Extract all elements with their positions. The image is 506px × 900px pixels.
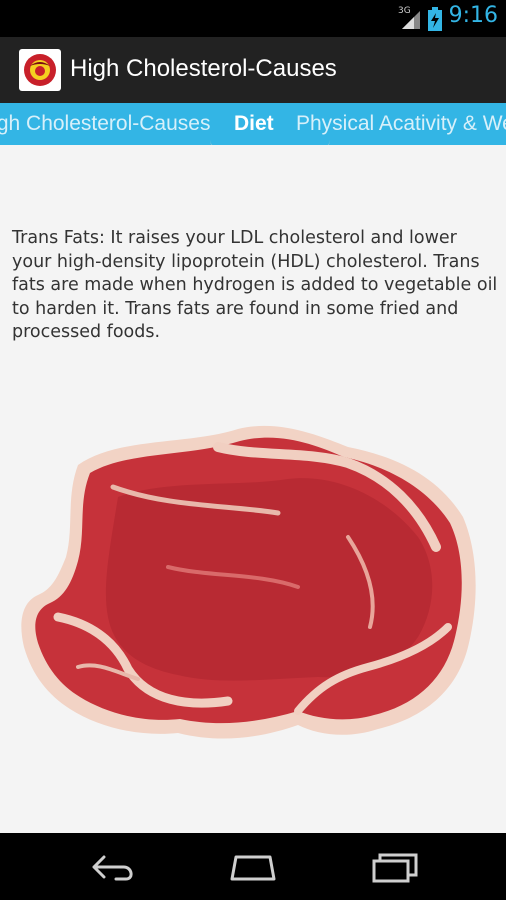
status-bar: 3G 9:16 (0, 0, 506, 37)
tab-causes[interactable]: High Cholesterol-Causes (0, 112, 210, 136)
navigation-bar (0, 833, 506, 900)
steak-image (21, 425, 476, 739)
body-text: Trans Fats: It raises your LDL cholester… (12, 228, 498, 342)
app-logo-icon (24, 54, 56, 86)
battery-icon (428, 7, 442, 31)
app-title: High Cholesterol-Causes (70, 55, 337, 82)
tab-strip: High Cholesterol-Causes Diet Physical Ac… (0, 103, 506, 145)
home-icon[interactable] (226, 851, 280, 883)
signal-icon (402, 11, 420, 29)
tab-diet[interactable]: Diet (234, 112, 274, 136)
tab-physical-activity[interactable]: Physical Acativity & Weight (296, 112, 506, 136)
app-icon[interactable] (19, 49, 61, 91)
clock: 9:16 (448, 3, 498, 28)
back-icon[interactable] (86, 851, 140, 883)
action-bar: High Cholesterol-Causes (0, 37, 506, 103)
content-page[interactable]: Trans Fats: It raises your LDL cholester… (0, 145, 506, 833)
recents-icon[interactable] (368, 851, 422, 883)
